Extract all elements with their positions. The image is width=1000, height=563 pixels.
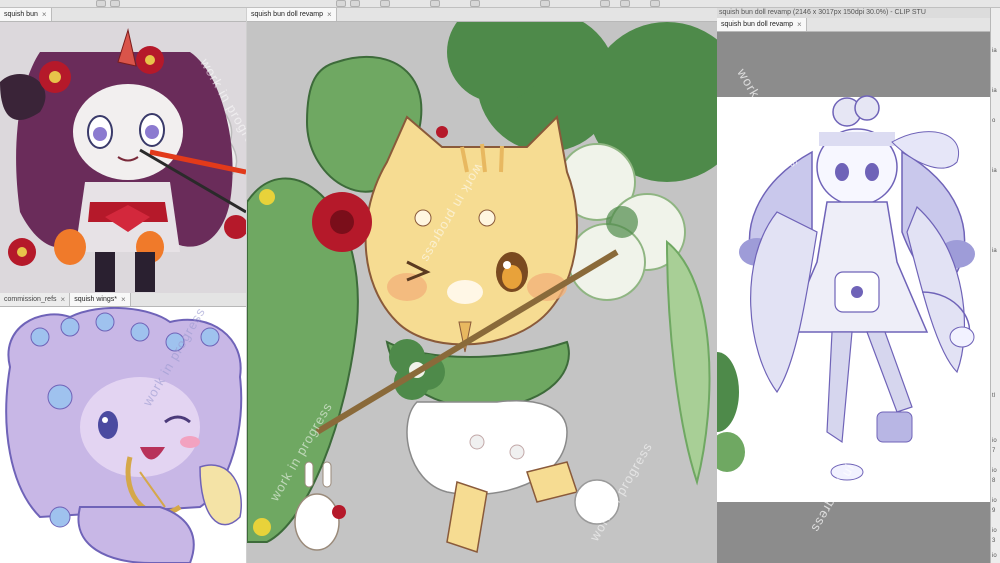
tab-label: squish bun doll revamp: [721, 21, 793, 28]
panel-label[interactable]: ia: [992, 48, 997, 55]
window-doll-revamp-lineart: squish bun doll revamp (2146 x 3017px 15…: [717, 8, 990, 563]
tab-bar: squish bun doll revamp ×: [717, 18, 990, 32]
panel-label[interactable]: io: [992, 528, 997, 535]
tab-label: squish bun doll revamp: [251, 11, 323, 18]
panel-label[interactable]: 9: [992, 508, 995, 515]
window-squish-bun: squish bun × work in: [0, 8, 246, 293]
tool-icon[interactable]: [110, 0, 120, 7]
tab-squish-bun-doll-revamp[interactable]: squish bun doll revamp ×: [717, 18, 807, 31]
clip-studio-workspace: squish bun × work in commission_refs × s…: [0, 0, 1000, 563]
panel-label[interactable]: ia: [992, 168, 997, 175]
window-doll-revamp-main: squish bun doll revamp × work in progres…: [247, 8, 717, 563]
tab-label: squish bun: [4, 11, 38, 18]
tool-icon[interactable]: [430, 0, 440, 7]
tab-squish-wings[interactable]: squish wings* ×: [70, 293, 131, 306]
select-tool-icon[interactable]: [336, 0, 346, 7]
window-squish-wings: commission_refs × squish wings* × work i…: [0, 293, 246, 563]
undo-icon[interactable]: [620, 0, 630, 7]
close-icon[interactable]: ×: [61, 293, 66, 306]
canvas-oni-girl[interactable]: work in progress: [0, 22, 246, 293]
canvas-cat-clover[interactable]: work in progress ssəɹɓoɹd ui ʞɹoʍ work i…: [247, 22, 717, 563]
tab-bar: squish bun ×: [0, 8, 246, 22]
tab-commission-refs[interactable]: commission_refs ×: [0, 293, 71, 306]
tool-icon[interactable]: [96, 0, 106, 7]
tool-icon[interactable]: [540, 0, 550, 7]
panel-label[interactable]: o: [992, 118, 995, 125]
panel-label[interactable]: io: [992, 468, 997, 475]
close-icon[interactable]: ×: [121, 293, 126, 306]
canvas-squish-wings[interactable]: work in progress: [0, 307, 246, 563]
panel-label[interactable]: ia: [992, 248, 997, 255]
panel-label[interactable]: ia: [992, 88, 997, 95]
tab-bar: commission_refs × squish wings* ×: [0, 293, 246, 307]
panel-label[interactable]: io: [992, 438, 997, 445]
rotate-tool-icon[interactable]: [350, 0, 360, 7]
panel-label[interactable]: tl: [992, 393, 995, 400]
panel-label[interactable]: io: [992, 553, 997, 560]
layer-panel-edge: ia ia o ia ia tl io 7 io 8 io 9 io 3 io: [990, 8, 1000, 563]
tab-squish-bun-doll-revamp[interactable]: squish bun doll revamp ×: [247, 8, 337, 21]
tab-label: squish wings*: [74, 296, 117, 303]
tab-squish-bun[interactable]: squish bun ×: [0, 8, 52, 21]
panel-label[interactable]: 7: [992, 448, 995, 455]
close-icon[interactable]: ×: [797, 18, 802, 31]
redo-icon[interactable]: [650, 0, 660, 7]
window-title-bar: squish bun doll revamp (2146 x 3017px 15…: [717, 8, 990, 18]
top-toolbar: [0, 0, 1000, 8]
close-icon[interactable]: ×: [42, 8, 47, 21]
tab-label: commission_refs: [4, 296, 57, 303]
canvas-lineart-doll[interactable]: ssəɹɓoɹd ui ʞɹoʍ work in progress: [717, 32, 990, 563]
close-icon[interactable]: ×: [327, 8, 332, 21]
tool-icon[interactable]: [380, 0, 390, 7]
tool-icon[interactable]: [600, 0, 610, 7]
tab-bar: squish bun doll revamp ×: [247, 8, 717, 22]
panel-label[interactable]: 8: [992, 478, 995, 485]
tool-icon[interactable]: [470, 0, 480, 7]
panel-label[interactable]: io: [992, 498, 997, 505]
panel-label[interactable]: 3: [992, 538, 995, 545]
